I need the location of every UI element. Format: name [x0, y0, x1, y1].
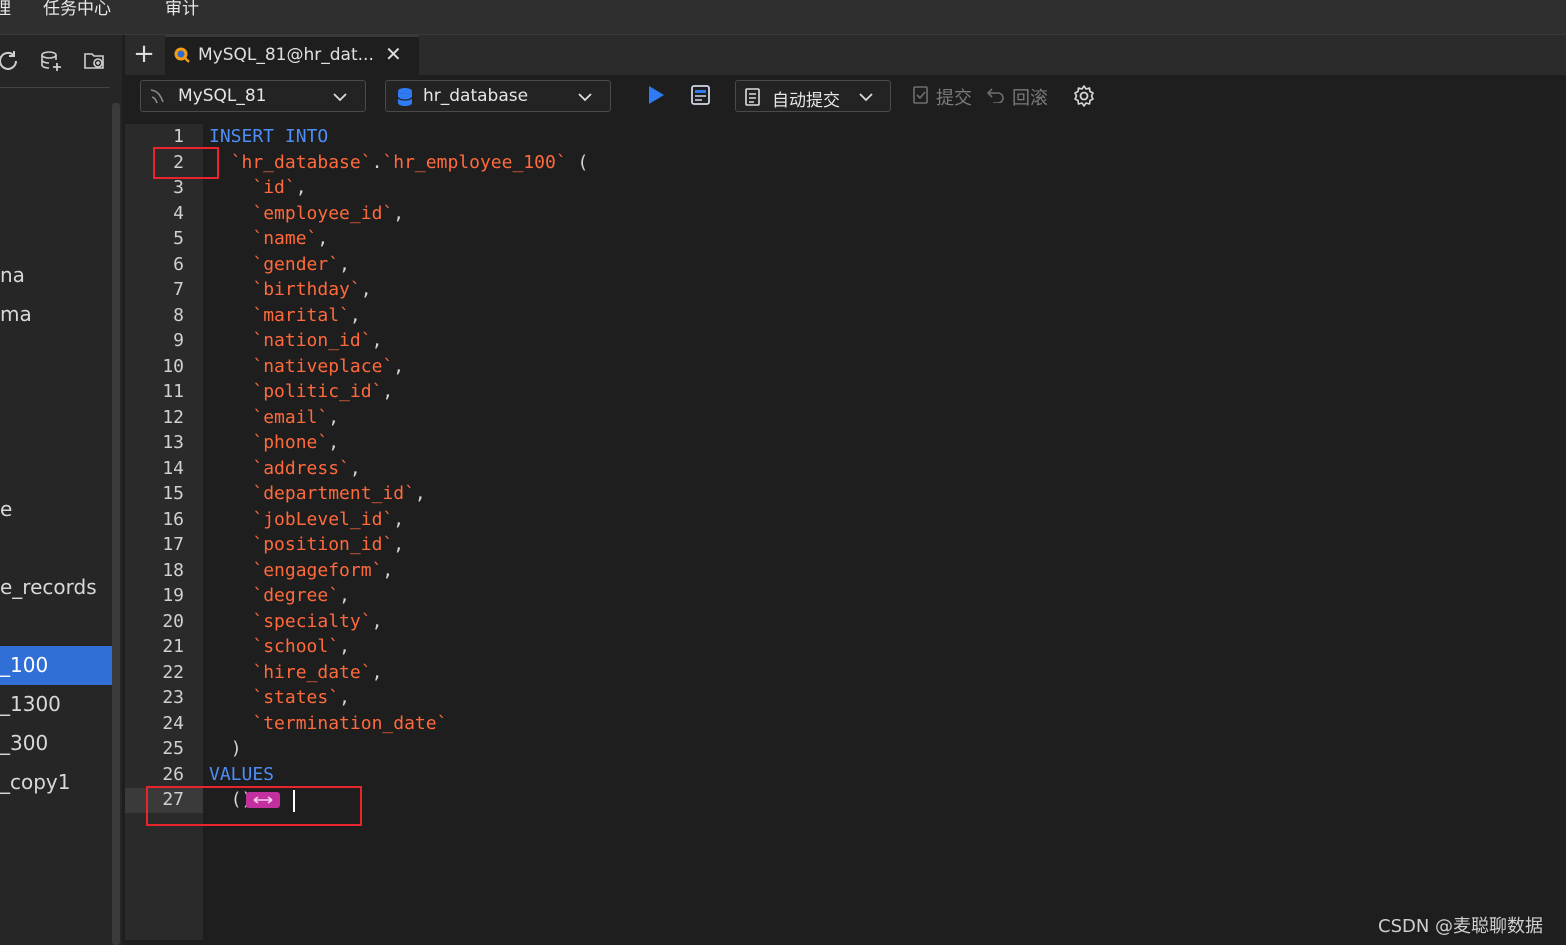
connection-icon — [150, 89, 164, 104]
code-line[interactable]: `address`, — [209, 456, 360, 481]
tab-title: MySQL_81@hr_dat... — [198, 45, 374, 65]
line-number: 13 — [162, 432, 184, 453]
arrows-icon — [253, 796, 273, 804]
tree-item-table-1300[interactable]: _1300 — [0, 685, 112, 724]
menu-bar: 理 任务中心 审计 — [0, 0, 1566, 35]
line-number: 14 — [162, 458, 184, 479]
line-number: 25 — [162, 738, 184, 759]
editor-tab-bar: + MySQL_81@hr_dat... ✕ — [125, 35, 1566, 76]
code-line[interactable]: ) — [209, 736, 242, 761]
explain-icon[interactable] — [690, 84, 712, 106]
refresh-icon[interactable] — [0, 49, 20, 73]
text-cursor — [293, 790, 295, 812]
code-line[interactable]: INSERT INTO — [209, 124, 328, 149]
line-number: 18 — [162, 560, 184, 581]
line-number: 5 — [173, 228, 184, 249]
line-number: 15 — [162, 483, 184, 504]
line-number: 26 — [162, 764, 184, 785]
line-number: 20 — [162, 611, 184, 632]
autocommit-label: 自动提交 — [772, 91, 840, 111]
rollback-icon[interactable] — [987, 87, 1005, 103]
tree-item-table-records[interactable]: e_records — [0, 568, 112, 607]
code-line[interactable]: `hire_date`, — [209, 660, 382, 685]
database-icon — [397, 88, 413, 106]
tree-item-schema-2[interactable]: ma — [0, 295, 112, 334]
connection-label: MySQL_81 — [178, 86, 267, 106]
line-number: 23 — [162, 687, 184, 708]
close-icon[interactable]: ✕ — [385, 42, 402, 66]
annotation-box-line-2 — [153, 147, 219, 179]
code-line[interactable]: `email`, — [209, 405, 339, 430]
line-number: 4 — [173, 203, 184, 224]
code-line[interactable]: `engageform`, — [209, 558, 393, 583]
line-number: 10 — [162, 356, 184, 377]
chevron-down-icon — [578, 93, 592, 102]
tree-item-table-e[interactable]: e — [0, 490, 112, 529]
editor-toolbar: MySQL_81 hr_database 自动提交 提交 回滚 — [125, 75, 1566, 123]
line-number: 17 — [162, 534, 184, 555]
run-icon[interactable] — [647, 85, 665, 105]
line-number: 21 — [162, 636, 184, 657]
line-number: 8 — [173, 305, 184, 326]
gear-icon[interactable] — [1072, 84, 1096, 108]
add-folder-icon[interactable] — [83, 49, 107, 73]
line-number: 6 — [173, 254, 184, 275]
values-placeholder[interactable] — [246, 792, 280, 808]
database-select[interactable]: hr_database — [385, 80, 611, 112]
commit-button[interactable]: 提交 — [936, 84, 972, 110]
autocommit-select[interactable]: 自动提交 — [735, 80, 891, 112]
chevron-down-icon — [859, 93, 873, 102]
line-number: 19 — [162, 585, 184, 606]
chevron-down-icon — [333, 93, 347, 102]
commit-icon[interactable] — [913, 86, 929, 104]
code-line[interactable]: `marital`, — [209, 303, 360, 328]
watermark: CSDN @麦聪聊数据 — [1378, 916, 1544, 937]
menu-item-audit[interactable]: 审计 — [165, 0, 199, 19]
database-label: hr_database — [423, 86, 529, 106]
tab-query-editor[interactable]: MySQL_81@hr_dat... ✕ — [165, 35, 419, 75]
code-line[interactable]: `department_id`, — [209, 481, 425, 506]
document-icon — [745, 88, 760, 106]
query-icon — [174, 47, 190, 63]
tree-item-table-300[interactable]: _300 — [0, 724, 112, 763]
code-line[interactable]: `school`, — [209, 634, 350, 659]
code-line[interactable]: `specialty`, — [209, 609, 382, 634]
code-line[interactable]: `nativeplace`, — [209, 354, 404, 379]
code-line[interactable]: `employee_id`, — [209, 201, 404, 226]
menu-item-manage[interactable]: 理 — [0, 0, 11, 19]
code-line[interactable]: VALUES — [209, 762, 274, 787]
line-number: 9 — [173, 330, 184, 351]
code-line[interactable]: `states`, — [209, 685, 350, 710]
tree-item-table-copy1[interactable]: _copy1 — [0, 763, 112, 802]
code-line[interactable]: `birthday`, — [209, 277, 371, 302]
line-number: 11 — [162, 381, 184, 402]
code-line[interactable]: `name`, — [209, 226, 328, 251]
code-line[interactable]: `position_id`, — [209, 532, 404, 557]
sidebar-toolbar — [0, 47, 110, 88]
line-number: 22 — [162, 662, 184, 683]
code-line[interactable]: `hr_database`.`hr_employee_100` ( — [209, 150, 589, 175]
sidebar-scrollbar[interactable] — [112, 103, 120, 945]
add-database-icon[interactable] — [39, 49, 63, 73]
code-line[interactable]: `id`, — [209, 175, 306, 200]
line-number: 1 — [173, 126, 184, 147]
code-line[interactable]: `gender`, — [209, 252, 350, 277]
code-line[interactable]: `phone`, — [209, 430, 339, 455]
object-tree-sidebar: na ma e e_records _100 _1300 _300 _copy1 — [0, 35, 122, 945]
menu-item-task-center[interactable]: 任务中心 — [43, 0, 111, 19]
line-number: 7 — [173, 279, 184, 300]
code-line[interactable]: `politic_id`, — [209, 379, 393, 404]
code-line[interactable]: `nation_id`, — [209, 328, 382, 353]
code-line[interactable]: `degree`, — [209, 583, 350, 608]
line-number: 16 — [162, 509, 184, 530]
tree-item-schema[interactable]: na — [0, 256, 112, 295]
code-line[interactable]: `jobLevel_id`, — [209, 507, 404, 532]
tree-item-table-100[interactable]: _100 — [0, 646, 112, 685]
code-line[interactable]: `termination_date` — [209, 711, 447, 736]
connection-select[interactable]: MySQL_81 — [140, 80, 366, 112]
rollback-button[interactable]: 回滚 — [1012, 84, 1048, 110]
line-number: 12 — [162, 407, 184, 428]
line-number: 24 — [162, 713, 184, 734]
new-tab-button[interactable]: + — [125, 35, 163, 75]
